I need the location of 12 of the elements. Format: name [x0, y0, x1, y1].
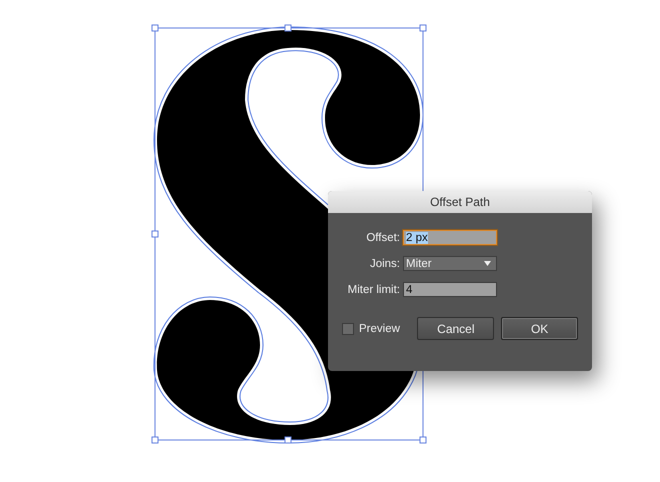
input-field[interactable]: 4	[403, 282, 497, 297]
caret-icon	[484, 261, 491, 266]
field-label: Miter limit:	[348, 284, 400, 296]
dropdown[interactable]: Miter	[403, 256, 497, 271]
checkbox[interactable]	[342, 322, 354, 334]
field-label: Joins:	[370, 258, 400, 270]
checkbox-label[interactable]: Preview	[359, 322, 400, 334]
field-label: Offset:	[366, 232, 400, 244]
default-button[interactable]: OK	[501, 317, 578, 340]
input-field[interactable]: 2 px	[403, 230, 497, 245]
dialog-button[interactable]: Cancel	[417, 317, 494, 340]
dialog-title: Offset Path	[328, 191, 592, 213]
